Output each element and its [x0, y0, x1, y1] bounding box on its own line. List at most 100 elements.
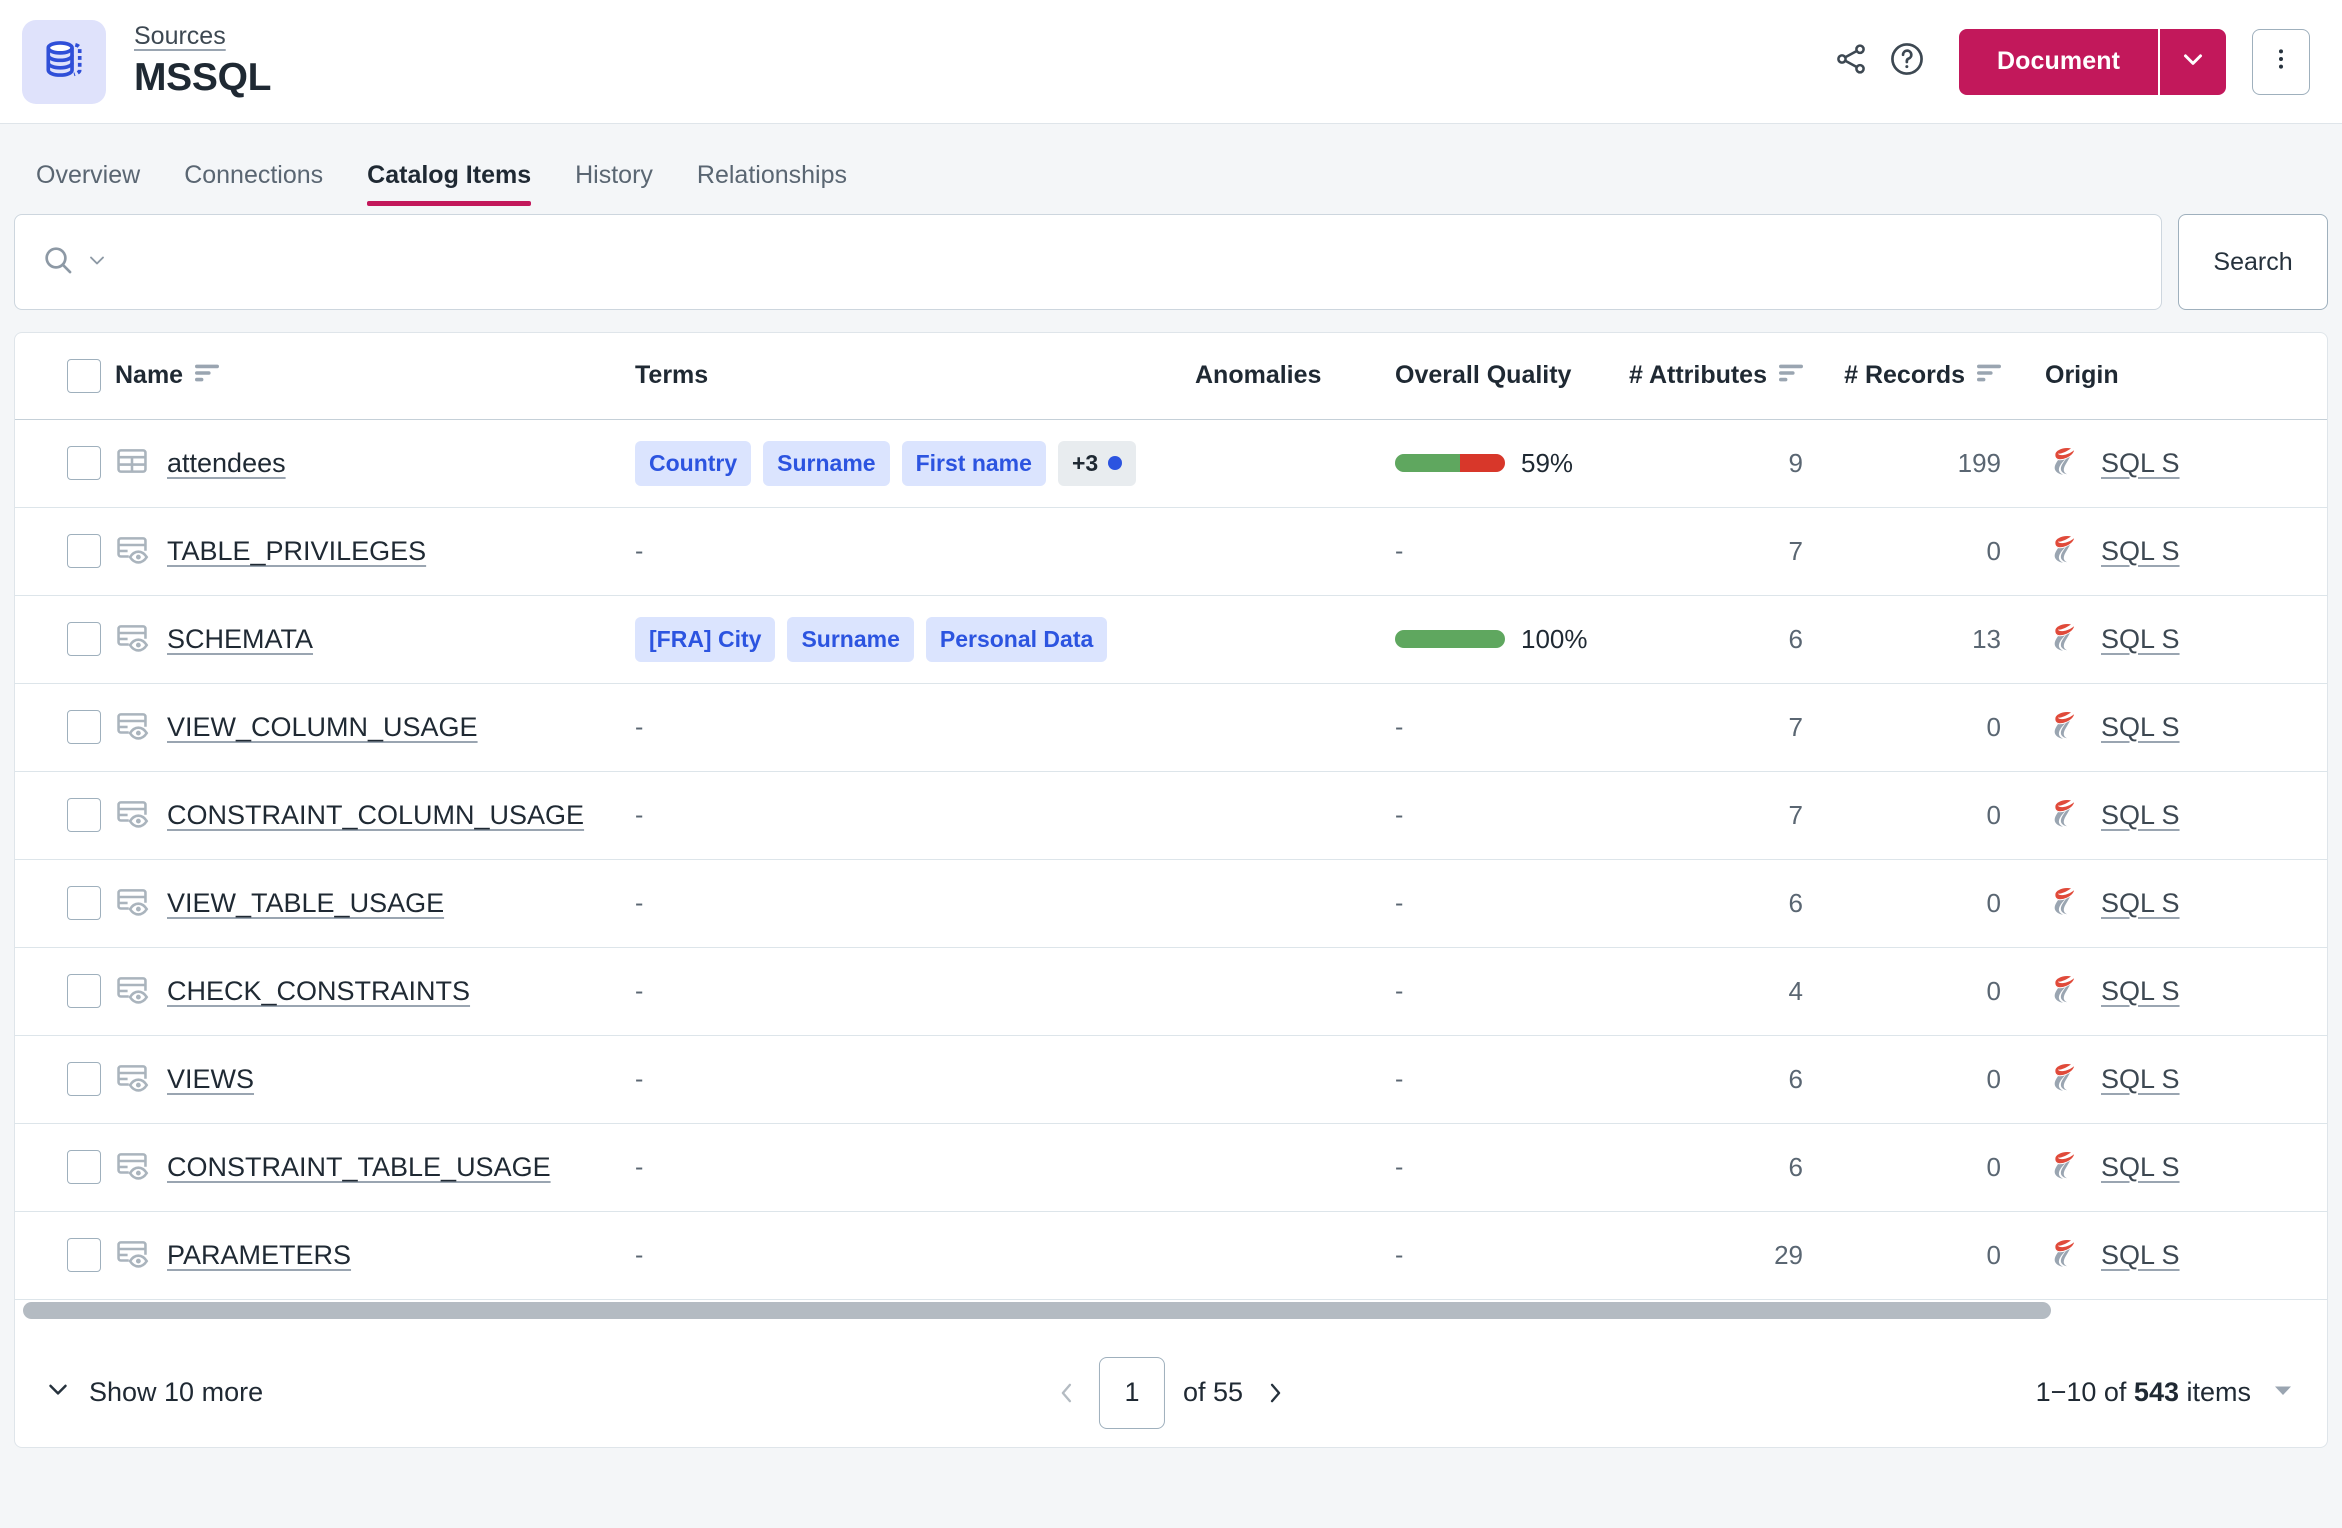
- catalog-item-link[interactable]: VIEW_TABLE_USAGE: [167, 888, 444, 919]
- page-number-input[interactable]: [1098, 1356, 1165, 1429]
- document-button[interactable]: Document: [1958, 28, 2158, 95]
- term-chip[interactable]: Surname: [763, 440, 890, 486]
- row-checkbox[interactable]: [67, 446, 101, 480]
- row-origin-cell: SQL S: [2045, 947, 2327, 1035]
- term-chip[interactable]: Country: [635, 440, 752, 486]
- term-chip[interactable]: First name: [901, 440, 1046, 486]
- term-chip[interactable]: [FRA] City: [635, 616, 776, 662]
- header-origin-label: Origin: [2045, 361, 2119, 390]
- tab-overview[interactable]: Overview: [14, 161, 162, 206]
- row-checkbox[interactable]: [67, 974, 101, 1008]
- document-dropdown-button[interactable]: [2158, 28, 2226, 95]
- tab-relationships[interactable]: Relationships: [675, 161, 869, 206]
- terms-empty: -: [635, 888, 644, 917]
- row-checkbox[interactable]: [67, 622, 101, 656]
- row-checkbox[interactable]: [67, 534, 101, 568]
- sql-server-icon: [2045, 441, 2085, 486]
- catalog-item-link[interactable]: SCHEMATA: [167, 624, 313, 655]
- search-filter-dropdown-icon[interactable]: [85, 248, 109, 277]
- row-checkbox[interactable]: [67, 798, 101, 832]
- view-icon: [115, 796, 149, 835]
- row-quality-cell: -: [1395, 1035, 1645, 1123]
- quality-empty: -: [1395, 976, 1404, 1005]
- show-more-button[interactable]: Show 10 more: [43, 1374, 263, 1411]
- tab-connections[interactable]: Connections: [162, 161, 345, 206]
- caret-down-icon[interactable]: [2271, 1378, 2295, 1407]
- term-chip[interactable]: Surname: [787, 616, 914, 662]
- table-row[interactable]: SCHEMATA [FRA] City Surname Personal Data …: [15, 595, 2327, 683]
- origin-link[interactable]: SQL S: [2101, 536, 2180, 567]
- records-value: 199: [1957, 447, 2001, 478]
- records-value: 13: [1972, 623, 2001, 654]
- row-name-cell: PARAMETERS: [115, 1211, 635, 1299]
- term-more-count: +3: [1071, 449, 1099, 476]
- horizontal-scrollbar-thumb[interactable]: [23, 1301, 2051, 1319]
- origin-link[interactable]: SQL S: [2101, 1064, 2180, 1095]
- more-vertical-icon: [2268, 44, 2294, 79]
- row-checkbox[interactable]: [67, 1062, 101, 1096]
- term-chip-more[interactable]: +3: [1057, 440, 1137, 486]
- catalog-items-table: Name Terms Anomalies Overall Quality # A…: [15, 333, 2327, 1300]
- header-records[interactable]: # Records: [1844, 333, 2045, 420]
- tab-catalog-items[interactable]: Catalog Items: [345, 161, 553, 206]
- header-name[interactable]: Name: [115, 333, 635, 420]
- catalog-item-link[interactable]: VIEWS: [167, 1064, 254, 1095]
- records-value: 0: [1986, 1151, 2001, 1182]
- table-row[interactable]: PARAMETERS - - 29 0 SQL S: [15, 1211, 2327, 1299]
- row-checkbox[interactable]: [67, 886, 101, 920]
- quality-empty: -: [1395, 1064, 1404, 1093]
- attributes-value: 6: [1788, 1063, 1803, 1094]
- select-all-checkbox[interactable]: [67, 358, 101, 393]
- table-row[interactable]: CONSTRAINT_TABLE_USAGE - - 6 0 SQL S: [15, 1123, 2327, 1211]
- row-checkbox[interactable]: [67, 710, 101, 744]
- horizontal-scrollbar[interactable]: [15, 1299, 2327, 1322]
- next-page-button[interactable]: [1261, 1379, 1289, 1407]
- origin-link[interactable]: SQL S: [2101, 712, 2180, 743]
- catalog-item-link[interactable]: TABLE_PRIVILEGES: [167, 536, 426, 567]
- more-options-button[interactable]: [2252, 28, 2310, 95]
- row-quality-cell: -: [1395, 859, 1645, 947]
- sort-icon[interactable]: [1977, 361, 2001, 390]
- help-button[interactable]: [1879, 34, 1935, 90]
- sort-icon[interactable]: [1779, 361, 1803, 390]
- items-range-selector[interactable]: 1−10 of 543 items: [2036, 1377, 2295, 1408]
- table-row[interactable]: VIEW_TABLE_USAGE - - 6 0 SQL S: [15, 859, 2327, 947]
- catalog-item-link[interactable]: CONSTRAINT_TABLE_USAGE: [167, 1152, 551, 1183]
- row-checkbox[interactable]: [67, 1238, 101, 1272]
- tab-history[interactable]: History: [553, 161, 675, 206]
- sort-icon[interactable]: [195, 361, 220, 390]
- header-attributes[interactable]: # Attributes: [1629, 333, 1845, 420]
- table-row[interactable]: CHECK_CONSTRAINTS - - 4 0 SQL S: [15, 947, 2327, 1035]
- catalog-item-link[interactable]: CONSTRAINT_COLUMN_USAGE: [167, 800, 584, 831]
- origin-link[interactable]: SQL S: [2101, 800, 2180, 831]
- breadcrumb-sources[interactable]: Sources: [134, 21, 271, 52]
- catalog-item-link[interactable]: CHECK_CONSTRAINTS: [167, 976, 470, 1007]
- origin-link[interactable]: SQL S: [2101, 1240, 2180, 1271]
- search-input[interactable]: [119, 215, 2135, 309]
- origin-link[interactable]: SQL S: [2101, 624, 2180, 655]
- table-row[interactable]: VIEWS - - 6 0 SQL S: [15, 1035, 2327, 1123]
- catalog-item-link[interactable]: attendees: [167, 448, 286, 479]
- show-more-label: Show 10 more: [89, 1377, 264, 1407]
- origin-link[interactable]: SQL S: [2101, 448, 2180, 479]
- catalog-item-link[interactable]: VIEW_COLUMN_USAGE: [167, 712, 478, 743]
- term-chip[interactable]: Personal Data: [925, 616, 1108, 662]
- origin-link[interactable]: SQL S: [2101, 976, 2180, 1007]
- origin-link[interactable]: SQL S: [2101, 888, 2180, 919]
- table-row[interactable]: TABLE_PRIVILEGES - - 7 0 SQL S: [15, 507, 2327, 595]
- table-row[interactable]: attendees Country Surname First name +3 59%…: [15, 419, 2327, 507]
- row-anomalies-cell: [1195, 1211, 1395, 1299]
- search-icon[interactable]: [41, 243, 75, 282]
- row-select-cell: [15, 683, 115, 771]
- search-button[interactable]: Search: [2178, 214, 2328, 310]
- quality-bar-good: [1395, 454, 1460, 472]
- table-row[interactable]: VIEW_COLUMN_USAGE - - 7 0 SQL S: [15, 683, 2327, 771]
- catalog-item-link[interactable]: PARAMETERS: [167, 1240, 351, 1271]
- origin-link[interactable]: SQL S: [2101, 1152, 2180, 1183]
- view-icon: [115, 708, 149, 747]
- row-checkbox[interactable]: [67, 1150, 101, 1184]
- prev-page-button[interactable]: [1053, 1379, 1081, 1407]
- sql-server-icon: [2045, 705, 2085, 750]
- share-button[interactable]: [1823, 34, 1879, 90]
- table-row[interactable]: CONSTRAINT_COLUMN_USAGE - - 7 0 SQL S: [15, 771, 2327, 859]
